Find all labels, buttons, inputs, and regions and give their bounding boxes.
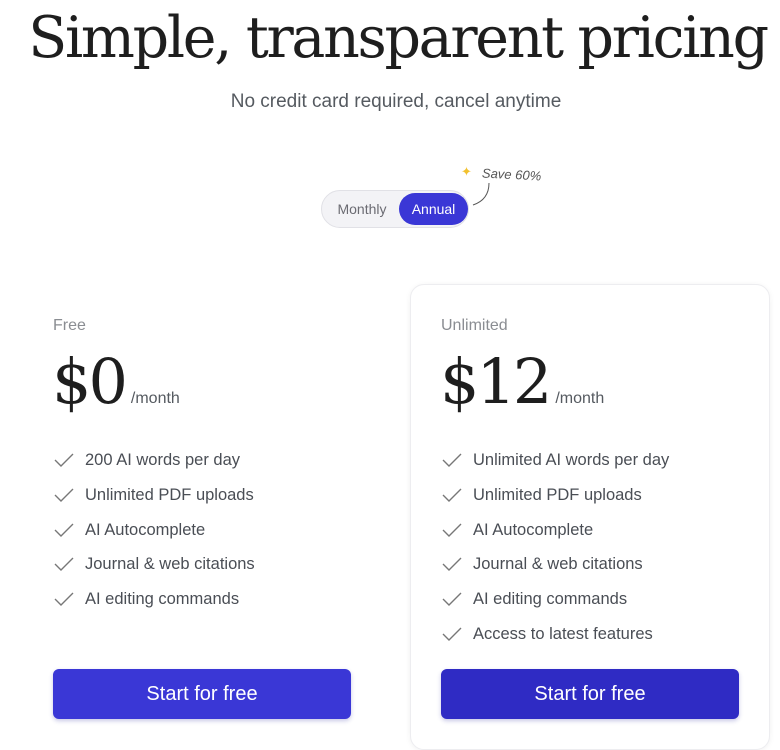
- page-title: Simple, transparent pricing: [28, 5, 769, 71]
- feature-label: 200 AI words per day: [85, 451, 241, 469]
- feature-label: Unlimited PDF uploads: [85, 485, 254, 504]
- plan-card-unlimited: Unlimited $12/month Unlimited AI words p…: [410, 284, 770, 750]
- billing-option-annual[interactable]: Annual: [399, 193, 468, 225]
- check-icon: [54, 592, 74, 607]
- check-icon: [54, 557, 74, 572]
- feature-item: AI Autocomplete: [53, 520, 255, 555]
- feature-item: Access to latest features: [441, 624, 669, 659]
- plan-name: Unlimited: [441, 317, 508, 334]
- check-icon: [442, 557, 462, 572]
- feature-label: Unlimited AI words per day: [473, 451, 670, 469]
- check-icon: [54, 523, 74, 537]
- feature-label: Journal & web citations: [85, 555, 255, 574]
- feature-item: Unlimited AI words per day: [441, 450, 669, 485]
- feature-item: AI Autocomplete: [441, 520, 669, 555]
- plan-name: Free: [53, 317, 86, 334]
- feature-list: Unlimited AI words per day Unlimited PDF…: [441, 450, 669, 659]
- check-icon: [54, 488, 74, 502]
- page-subtitle: No credit card required, cancel anytime: [230, 91, 562, 112]
- start-free-button[interactable]: Start for free: [441, 669, 739, 719]
- start-free-button[interactable]: Start for free: [53, 669, 351, 719]
- feature-item: Unlimited PDF uploads: [441, 485, 669, 520]
- save-badge: ✦ Save 60%: [461, 163, 561, 206]
- sparkle-icon: ✦: [461, 164, 472, 179]
- feature-item: AI editing commands: [441, 589, 669, 624]
- feature-list: 200 AI words per day Unlimited PDF uploa…: [53, 450, 255, 624]
- arrow-icon: [472, 182, 490, 206]
- price-row: $0/month: [52, 342, 180, 422]
- check-icon: [442, 523, 462, 537]
- plan-price: $12: [440, 345, 552, 418]
- feature-item: Unlimited PDF uploads: [53, 485, 255, 520]
- check-icon: [442, 488, 462, 502]
- feature-label: Unlimited PDF uploads: [473, 485, 642, 504]
- feature-item: Journal & web citations: [441, 554, 669, 589]
- billing-option-monthly[interactable]: Monthly: [326, 193, 398, 225]
- plan-price: $0: [52, 345, 128, 418]
- feature-label: AI Autocomplete: [85, 520, 206, 539]
- check-icon: [442, 627, 462, 641]
- feature-item: Journal & web citations: [53, 554, 255, 589]
- feature-label: Journal & web citations: [473, 555, 643, 574]
- feature-label: AI Autocomplete: [473, 520, 594, 539]
- check-icon: [54, 453, 74, 467]
- plan-period: /month: [130, 390, 180, 407]
- feature-item: AI editing commands: [53, 589, 255, 624]
- feature-label: AI editing commands: [473, 590, 628, 609]
- plan-card-free: Free $0/month 200 AI words per day Unlim…: [22, 284, 382, 744]
- billing-toggle[interactable]: Monthly Annual: [321, 190, 469, 228]
- price-row: $12/month: [440, 342, 604, 422]
- check-icon: [442, 453, 462, 467]
- feature-label: Access to latest features: [473, 624, 653, 643]
- check-icon: [442, 592, 462, 607]
- feature-item: 200 AI words per day: [53, 450, 255, 485]
- plan-period: /month: [555, 390, 605, 407]
- feature-label: AI editing commands: [85, 590, 240, 609]
